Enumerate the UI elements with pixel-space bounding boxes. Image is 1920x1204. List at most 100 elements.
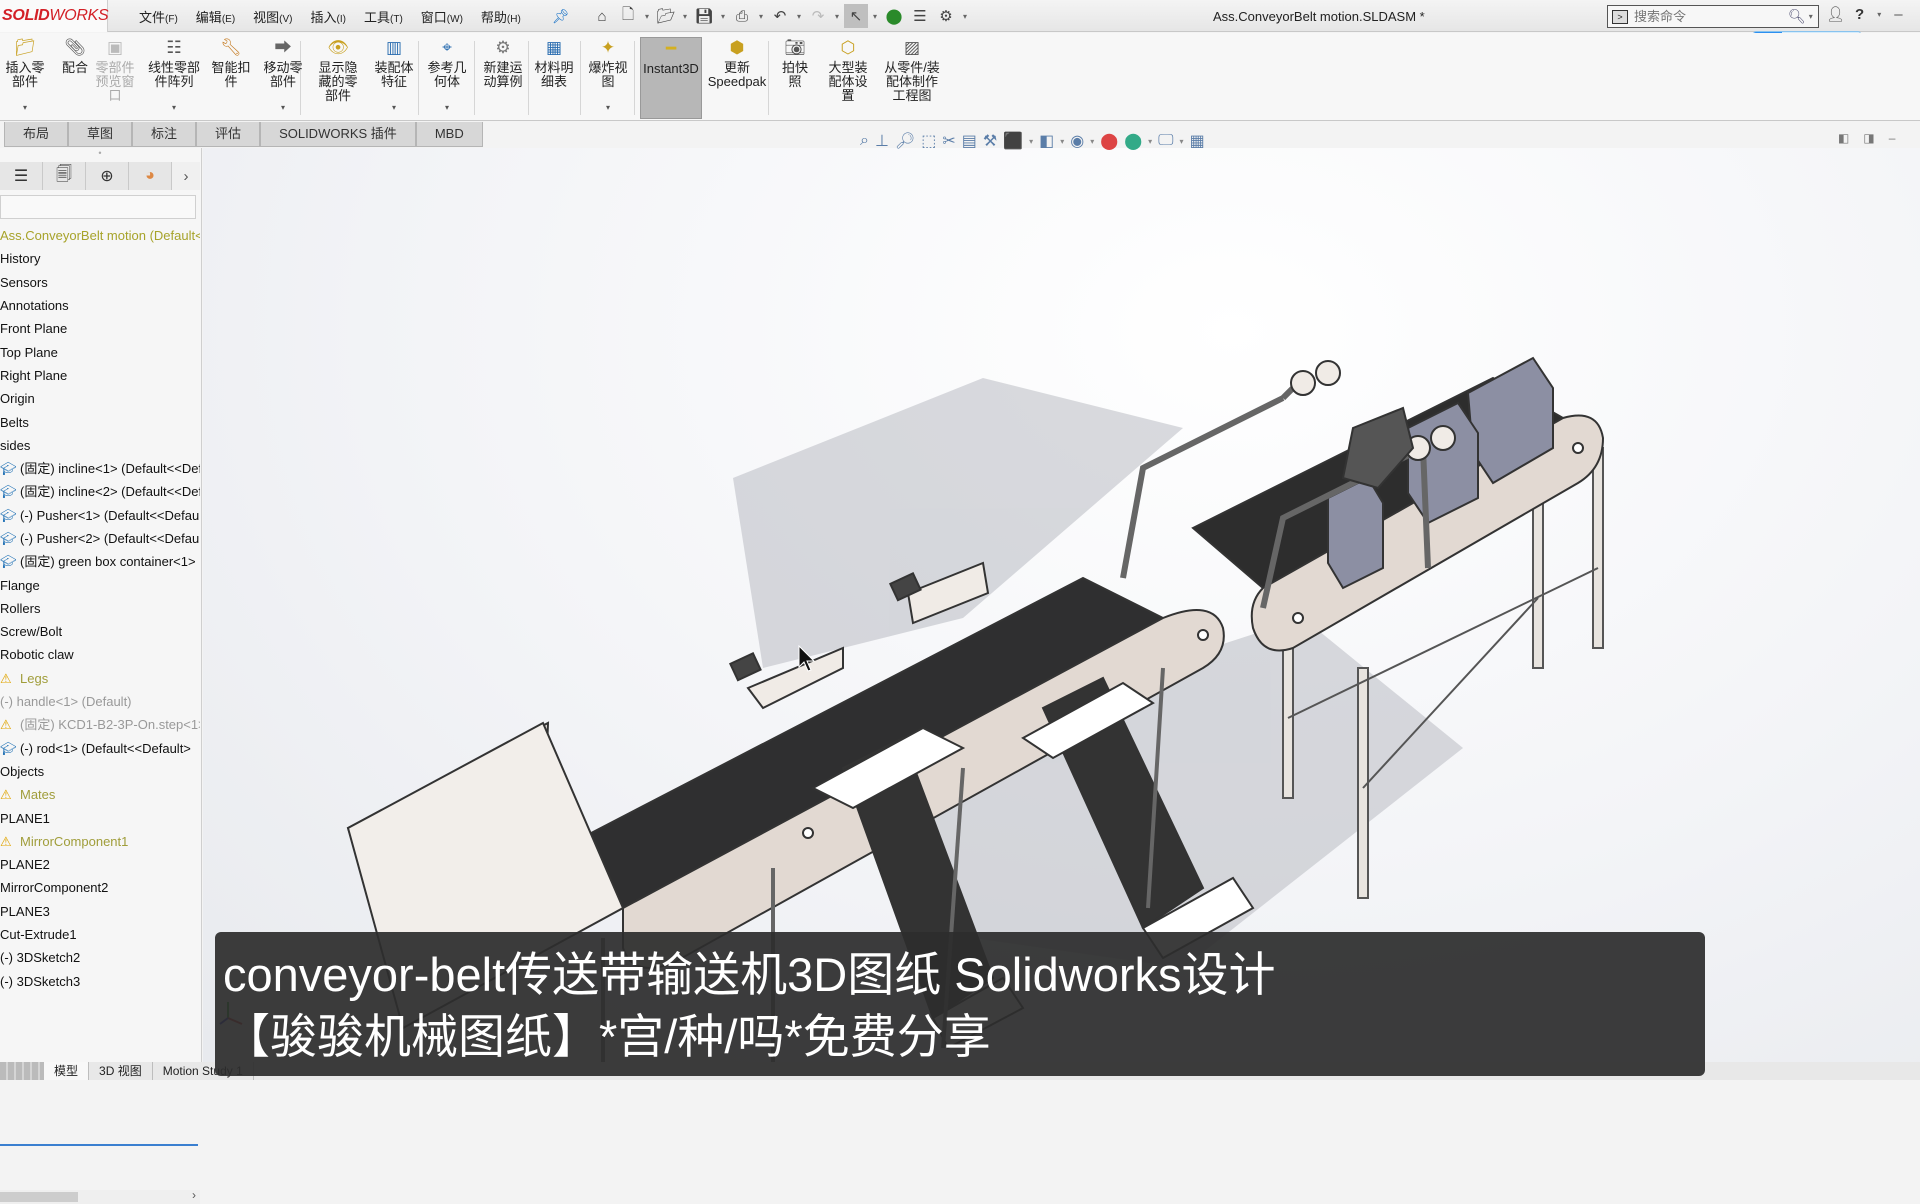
command-tab-4[interactable]: SOLIDWORKS 插件 [260, 122, 416, 147]
command-mate-button[interactable]: 📎︎ 配合 [60, 37, 90, 119]
command-exploded-view-button[interactable]: ✦ 爆炸视图 ▾ [587, 37, 629, 119]
tree-node[interactable]: Flange [0, 573, 200, 596]
tree-node[interactable]: Rollers [0, 597, 200, 620]
zoom-in-out-icon[interactable]: ⬚ [921, 131, 936, 151]
command-speedpak-button[interactable]: ⬢ 更新Speedpak [708, 37, 767, 119]
undo-dropdown[interactable]: ▾ [794, 12, 804, 21]
tree-node[interactable]: Top Plane [0, 340, 200, 363]
help-dropdown[interactable]: ▾ [1874, 10, 1884, 19]
tree-filter-input[interactable] [0, 195, 196, 219]
minimize-icon[interactable]: – [1894, 6, 1902, 23]
options-icon[interactable]: ⚙ [934, 4, 958, 28]
chevron-down-icon[interactable]: ▾ [392, 101, 396, 119]
redo-icon[interactable]: ↷ [806, 4, 830, 28]
tree-node[interactable]: Front Plane [0, 317, 200, 340]
horizontal-scrollbar[interactable]: › [0, 1188, 200, 1204]
hide-show-icon[interactable]: ◧ [1039, 131, 1054, 151]
screen-capture-icon[interactable]: ▦ [1190, 131, 1205, 151]
tree-root-node[interactable]: Ass.ConveyorBelt motion (Default<Display… [0, 224, 200, 247]
feature-manager-icon[interactable]: ☰ [0, 162, 43, 190]
tree-node[interactable]: ⚠︎ (固定) KCD1-B2-3P-On.step<1> [0, 713, 200, 736]
command-tab-5[interactable]: MBD [415, 122, 483, 147]
tree-node[interactable]: History [0, 247, 200, 270]
menu-item-2[interactable]: 视图(V) [244, 7, 301, 26]
tree-node[interactable]: Cut-Extrude1 [0, 923, 200, 946]
dynamic-annotation-icon[interactable]: ▤ [962, 131, 977, 151]
new-dropdown[interactable]: ▾ [642, 12, 652, 21]
tile-right-icon[interactable]: ◨ [1863, 131, 1874, 145]
zoom-to-area-icon[interactable]: 🔎︎ [895, 131, 915, 151]
command-tab-1[interactable]: 草图 [68, 122, 133, 147]
search-icon[interactable]: 🔍︎ [1788, 8, 1806, 25]
chevron-down-icon[interactable]: ▾ [606, 101, 610, 119]
chevron-down-icon[interactable]: ▾ [445, 101, 449, 119]
tree-node[interactable]: 🎓︎ (-) rod<1> (Default<<Default> [0, 737, 200, 760]
tab-model[interactable]: 模型 [44, 1062, 90, 1080]
more-tabs-icon[interactable]: › [172, 162, 200, 190]
previous-view-icon[interactable]: ⊥ [875, 131, 889, 151]
select-icon[interactable]: ↖ [844, 4, 868, 28]
tree-node[interactable]: sides [0, 434, 200, 457]
tree-node[interactable]: (-) 3DSketch3 [0, 970, 200, 993]
command-new-motion-study-button[interactable]: ⚙ 新建运动算例 [483, 37, 523, 119]
tree-node[interactable]: Sensors [0, 271, 200, 294]
tree-node[interactable]: Screw/Bolt [0, 620, 200, 643]
appearance-dropdown[interactable]: ▾ [1090, 137, 1094, 146]
menu-item-0[interactable]: 文件(F) [130, 7, 187, 26]
graphics-viewport[interactable] [203, 148, 1920, 1062]
chevron-down-icon[interactable]: ▾ [281, 101, 285, 119]
save-icon[interactable]: 💾︎ [692, 4, 716, 28]
panel-grip[interactable]: • [0, 148, 200, 162]
tree-node[interactable]: ⚠︎ Legs [0, 667, 200, 690]
hide-show-dropdown[interactable]: ▾ [1060, 137, 1064, 146]
menu-item-5[interactable]: 窗口(W) [412, 7, 472, 26]
tree-node[interactable]: Objects [0, 760, 200, 783]
section-view-icon[interactable]: ✂ [942, 131, 955, 151]
tree-node[interactable]: PLANE1 [0, 806, 200, 829]
save-dropdown[interactable]: ▾ [718, 12, 728, 21]
view-orientation-icon[interactable]: ⚒ [983, 131, 997, 151]
view-settings-dropdown[interactable]: ▾ [1148, 137, 1152, 146]
tab-3d-view[interactable]: 3D 视图 [89, 1062, 153, 1080]
open-dropdown[interactable]: ▾ [680, 12, 690, 21]
tab-navigation-arrows[interactable] [0, 1062, 44, 1080]
tree-node[interactable]: Origin [0, 387, 200, 410]
command-insert-component-button[interactable]: 📁︎ 插入零部件 ▾ [4, 37, 46, 119]
tree-node[interactable]: Annotations [0, 294, 200, 317]
edit-appearance-icon[interactable]: ◉ [1070, 131, 1084, 151]
chevron-down-icon[interactable]: ▾ [172, 101, 176, 119]
display-style-dropdown[interactable]: ▾ [1029, 137, 1033, 146]
user-icon[interactable]: 👤︎ [1826, 5, 1845, 23]
appearance-icon[interactable]: ◕ [129, 162, 172, 190]
open-icon[interactable]: 📂︎ [654, 4, 678, 28]
tree-node[interactable]: PLANE3 [0, 900, 200, 923]
menu-item-4[interactable]: 工具(T) [355, 7, 412, 26]
new-document-icon[interactable]: 🗋 [616, 4, 640, 28]
search-input[interactable] [1634, 9, 1784, 24]
rebuild-icon[interactable]: ⬤ [882, 4, 906, 28]
home-icon[interactable]: ⌂ [590, 4, 614, 28]
menu-item-6[interactable]: 帮助(H) [472, 7, 530, 26]
display-pane-dropdown[interactable]: ▾ [1180, 137, 1184, 146]
zoom-to-fit-icon[interactable]: ⌕ [860, 132, 869, 150]
tree-node[interactable]: 🎓︎(固定) incline<1> (Default<<Default> [0, 457, 200, 480]
tree-node[interactable]: MirrorComponent2 [0, 876, 200, 899]
menu-item-1[interactable]: 编辑(E) [187, 7, 244, 26]
undo-icon[interactable]: ↶ [768, 4, 792, 28]
tree-node[interactable]: Belts [0, 410, 200, 433]
rollback-bar[interactable] [0, 1144, 198, 1146]
view-settings-icon[interactable]: ⬤ [1124, 131, 1142, 151]
solidworks-logo[interactable]: SOLIDWORKS [0, 0, 109, 32]
tree-node[interactable]: 🎓︎ (-) Pusher<1> (Default<<Default> [0, 504, 200, 527]
command-smart-fasteners-button[interactable]: 🔧︎ 智能扣件 [208, 37, 254, 119]
tile-left-icon[interactable]: ◧ [1838, 131, 1849, 145]
display-style-icon[interactable]: ⬛ [1003, 131, 1023, 151]
command-move-component-button[interactable]: ⮕ 移动零部件 ▾ [259, 37, 307, 119]
tree-node[interactable]: (-) handle<1> (Default) [0, 690, 200, 713]
tree-node[interactable]: 🎓︎ (-) Pusher<2> (Default<<Default> [0, 527, 200, 550]
viewport-minimize-icon[interactable]: – [1889, 131, 1896, 145]
scroll-right-icon[interactable]: › [192, 1188, 196, 1202]
command-tab-0[interactable]: 布局 [4, 122, 69, 147]
tree-node[interactable]: ⚠︎ Mates [0, 783, 200, 806]
file-properties-icon[interactable]: ☰ [908, 4, 932, 28]
